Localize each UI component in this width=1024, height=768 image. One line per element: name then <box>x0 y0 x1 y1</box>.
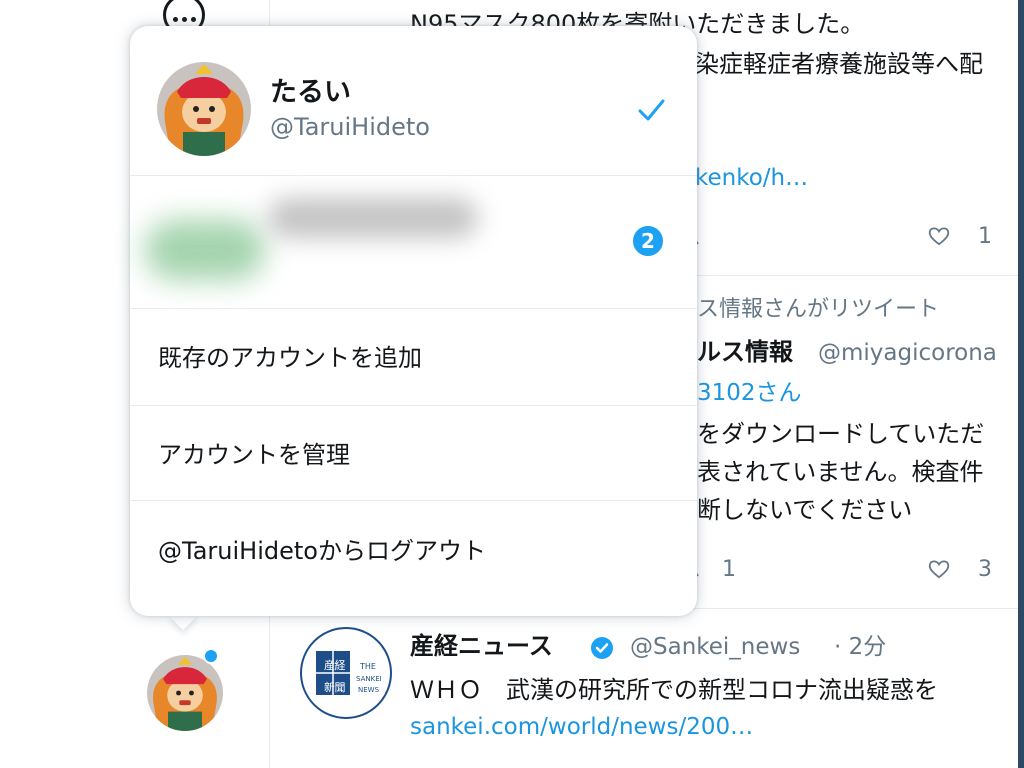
add-existing-account-item[interactable]: 既存のアカウントを追加 <box>158 338 422 373</box>
tweet3-text: ＷＨＯ 武漢の研究所での新型コロナ流出疑惑を <box>410 676 938 704</box>
popup-arrow-mask <box>160 598 210 616</box>
manage-accounts-item[interactable]: アカウントを管理 <box>158 435 350 470</box>
account-switcher-avatar[interactable] <box>147 655 223 731</box>
like-icon[interactable] <box>928 559 950 579</box>
notification-badge: 2 <box>630 223 666 259</box>
menu-separator <box>130 405 697 406</box>
svg-text:聞: 聞 <box>335 681 346 694</box>
svg-text:THE: THE <box>359 662 376 671</box>
like-count: 3 <box>978 557 992 582</box>
tweet2-text-line2: 表されていません。検査件 <box>697 458 984 486</box>
other-account-avatar-blurred <box>145 220 265 280</box>
current-account-handle: @TaruiHideto <box>270 113 430 141</box>
retweet-count: 1 <box>722 557 736 582</box>
sankei-avatar[interactable]: 産 経 新 聞 THE SANKEI NEWS <box>300 627 392 719</box>
like-count: 1 <box>978 224 992 249</box>
checkmark-icon <box>638 99 665 121</box>
tweet2-author-name[interactable]: ルス情報 <box>697 338 793 367</box>
tweet2-text-line1: をダウンロードしていただ <box>697 420 985 448</box>
tweet1-link[interactable]: kenko/h… <box>695 165 808 193</box>
other-account-name-blurred <box>268 198 478 238</box>
svg-text:経: 経 <box>335 659 346 672</box>
verified-badge-icon <box>591 637 613 659</box>
tweet3-link[interactable]: sankei.com/world/news/200… <box>410 714 753 742</box>
notification-dot <box>203 648 219 664</box>
menu-separator <box>130 500 697 501</box>
current-account-name: たるい <box>270 77 351 108</box>
samurai-mascot-icon <box>147 655 223 731</box>
samurai-mascot-icon <box>157 62 251 156</box>
svg-text:新: 新 <box>324 680 335 694</box>
tweet2-author-handle[interactable]: @miyagicorona <box>818 340 997 368</box>
retweet-context: ス情報さんがリツイート <box>697 297 940 322</box>
scrollbar[interactable] <box>1018 0 1024 768</box>
current-account-avatar[interactable] <box>157 62 251 156</box>
like-icon[interactable] <box>928 226 950 246</box>
tweet3-author-name[interactable]: 産経ニュース <box>410 632 553 661</box>
tweet2-mention[interactable]: 3102さん <box>697 380 802 408</box>
logout-item[interactable]: @TaruiHidetoからログアウト <box>158 531 486 566</box>
tweet2-text-line3: 断しないでください <box>697 496 913 524</box>
menu-separator <box>130 308 697 309</box>
tweet3-author-handle[interactable]: @Sankei_news <box>630 634 800 662</box>
svg-text:産: 産 <box>324 659 335 672</box>
svg-text:NEWS: NEWS <box>358 686 380 694</box>
tweet-divider <box>697 275 1024 276</box>
tweet1-text-line2: 染症軽症者療養施設等へ配 <box>695 50 983 78</box>
tweet3-timestamp[interactable]: · 2分 <box>834 634 886 662</box>
sankei-logo-icon: 産 経 新 聞 THE SANKEI NEWS <box>316 651 382 695</box>
svg-text:SANKEI: SANKEI <box>356 675 382 683</box>
